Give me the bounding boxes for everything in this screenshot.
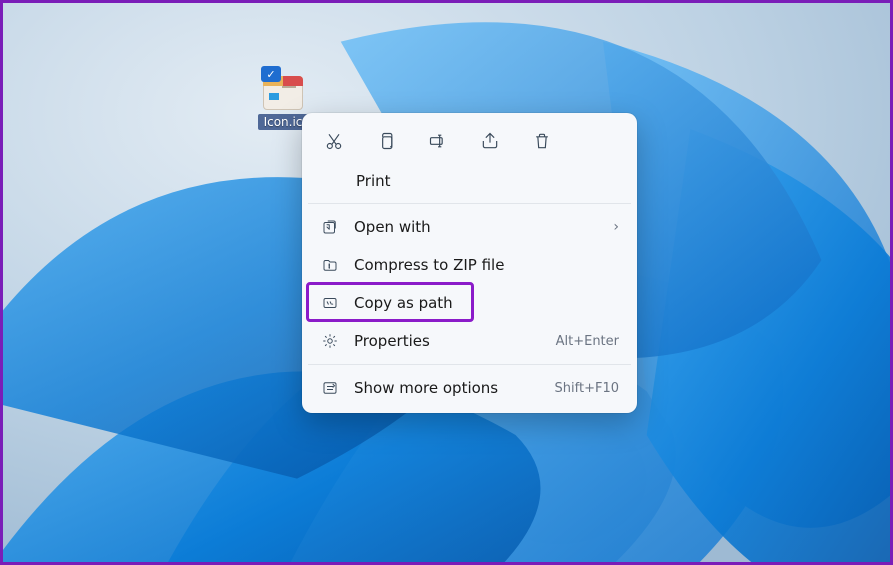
quick-actions-row <box>308 119 631 163</box>
context-menu: Print Open with › Compress to ZIP file C… <box>302 113 637 413</box>
file-label: Icon.ic <box>258 114 309 130</box>
menu-label: Show more options <box>354 379 543 397</box>
file-icon: ✓ <box>261 66 305 110</box>
menu-item-open-with[interactable]: Open with › <box>308 208 631 246</box>
path-icon <box>320 293 340 313</box>
share-icon[interactable] <box>478 129 502 153</box>
divider <box>308 203 631 204</box>
menu-label: Compress to ZIP file <box>354 256 619 274</box>
menu-label: Print <box>356 172 619 190</box>
menu-shortcut: Shift+F10 <box>555 381 619 396</box>
divider <box>308 364 631 365</box>
rename-icon[interactable] <box>426 129 450 153</box>
cut-icon[interactable] <box>322 129 346 153</box>
zip-icon <box>320 255 340 275</box>
menu-label: Open with <box>354 218 601 236</box>
menu-label: Copy as path <box>354 294 619 312</box>
delete-icon[interactable] <box>530 129 554 153</box>
menu-item-compress-zip[interactable]: Compress to ZIP file <box>308 246 631 284</box>
menu-item-print[interactable]: Print <box>308 163 631 199</box>
menu-item-show-more[interactable]: Show more options Shift+F10 <box>308 369 631 407</box>
properties-icon <box>320 331 340 351</box>
submenu-arrow-icon: › <box>613 219 619 235</box>
menu-item-copy-as-path[interactable]: Copy as path <box>308 284 631 322</box>
menu-item-properties[interactable]: Properties Alt+Enter <box>308 322 631 360</box>
menu-label: Properties <box>354 332 544 350</box>
open-with-icon <box>320 217 340 237</box>
menu-shortcut: Alt+Enter <box>556 334 619 349</box>
show-more-icon <box>320 378 340 398</box>
copy-icon[interactable] <box>374 129 398 153</box>
